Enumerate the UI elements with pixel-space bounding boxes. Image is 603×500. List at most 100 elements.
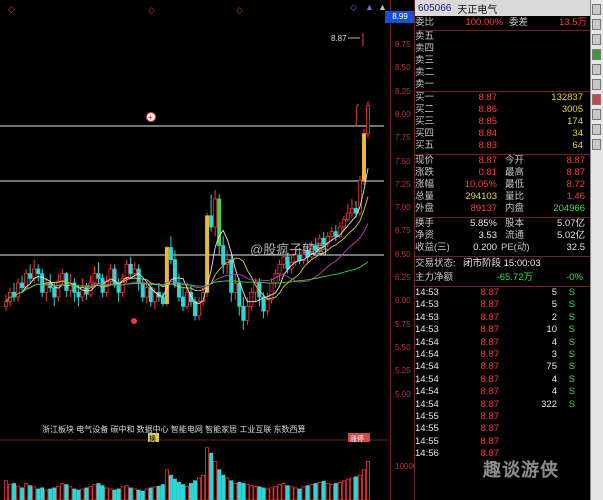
stat-value: 5.07亿 <box>557 218 585 229</box>
high-marker: 8.87 <box>331 33 364 46</box>
volume-bar <box>229 480 234 500</box>
stats-block: 现价 8.87 今开 8.87 涨跌 0.81 最高 8.87 涨幅 10.05% 最低 8.72… <box>415 154 590 215</box>
candle <box>140 278 145 302</box>
stat-value: 8.87 <box>566 155 586 166</box>
volume-bar <box>156 485 161 500</box>
volume-bar <box>184 485 189 500</box>
buy-price: 8.83 <box>478 140 498 151</box>
stat-label: 换手 <box>415 218 435 229</box>
tick-time: 14:54 <box>415 361 439 373</box>
side-button[interactable] <box>592 79 601 90</box>
volume-bar <box>128 487 133 500</box>
volume-bar <box>365 461 370 500</box>
stat-label: 今开 <box>505 155 525 166</box>
indicator-diamond-icon[interactable]: ◇ <box>350 2 357 12</box>
side-button[interactable] <box>592 34 601 45</box>
volume-bar <box>233 483 238 500</box>
volume-bar <box>112 489 117 500</box>
indicator-diamond-icon[interactable]: ◇ <box>236 5 243 15</box>
stat-value: 32.5 <box>566 242 586 253</box>
tick-direction: S <box>568 287 575 298</box>
volume-bar <box>172 478 177 500</box>
sell-label: 卖四 <box>415 43 435 54</box>
tag-left-label: 换 <box>149 434 156 443</box>
tick-volume: 4 <box>551 386 557 398</box>
side-button[interactable] <box>592 49 601 60</box>
price-axis-tick: 6.00 <box>395 296 411 306</box>
stat-label: 最高 <box>505 167 525 178</box>
tick-list[interactable]: 14:53 8.87 5 S 14:53 8.87 5 S 14:53 8.87 2 S 14:53 8.… <box>415 286 590 460</box>
volume-bar <box>16 485 21 500</box>
tick-direction: S <box>568 373 575 385</box>
volume-bar <box>217 469 222 500</box>
tick-time: 14:54 <box>415 373 439 385</box>
tick-direction <box>557 436 575 448</box>
volume-bar <box>88 485 93 500</box>
signal-plus-glyph: + <box>148 113 153 122</box>
candle <box>4 294 9 311</box>
side-button[interactable] <box>592 139 601 150</box>
scroll-up-icon[interactable]: ▲ <box>365 2 374 12</box>
tick-direction: S <box>568 299 575 311</box>
trade-status-row: 交易状态: 闭市阶段 15:00:03 <box>415 257 590 271</box>
tick-time: 14:55 <box>415 423 439 435</box>
volume-bar <box>36 488 41 500</box>
watermark-text: @股疯子龍哥 <box>250 242 328 257</box>
side-button[interactable] <box>592 124 601 135</box>
tick-time: 14:53 <box>415 299 439 311</box>
stat-label: 净资 <box>415 230 435 241</box>
volume-bar <box>317 481 322 500</box>
candle <box>209 194 214 232</box>
stats-row: 外盘 89137 内盘 204966 <box>415 203 590 215</box>
stat-label: 收益(三) <box>415 242 450 253</box>
trade-status-label: 交易状态: <box>415 258 456 269</box>
tick-row: 14:53 8.87 5 S <box>415 287 590 299</box>
price-axis-tick: 8.50 <box>395 63 411 73</box>
buy-price: 8.84 <box>478 128 498 139</box>
volume-bar <box>116 488 121 500</box>
sell-row: 卖三 <box>415 55 590 67</box>
side-button[interactable] <box>592 4 601 15</box>
volume-bar <box>273 485 278 500</box>
side-button[interactable] <box>592 109 601 120</box>
stat-value: 294103 <box>465 191 497 202</box>
indicator-diamond-icon[interactable]: ◇ <box>148 5 155 15</box>
candle <box>168 236 173 265</box>
candle <box>277 259 282 282</box>
buy-row: 买四 8.84 34 <box>415 128 590 140</box>
volume-bar <box>325 483 330 500</box>
stat-value: 5.02亿 <box>557 230 585 241</box>
stats-row: 总量 294103 量比 1.46 <box>415 191 590 203</box>
volume-bar <box>193 480 198 500</box>
stock-header[interactable]: 605066 天正电气 <box>415 0 590 16</box>
side-button[interactable] <box>592 94 601 105</box>
side-button[interactable] <box>592 64 601 75</box>
volume-bar <box>92 484 97 500</box>
candle <box>241 297 246 330</box>
indicator-diamond-icon[interactable]: ◇ <box>8 4 15 14</box>
kline-chart[interactable]: ◇ ◇ ◇ ◇ ▲ ▲ 8.87 + 浙江板块 电气设备 碳中和 数据中心 智能… <box>0 0 390 500</box>
stats-row: 现价 8.87 今开 8.87 <box>415 155 590 167</box>
tick-direction: S <box>568 311 575 323</box>
main-net-label: 主力净额 <box>415 272 454 283</box>
weibi-label: 委比 <box>415 17 435 28</box>
candle <box>361 129 366 185</box>
tick-price: 8.87 <box>480 373 500 385</box>
buy-price: 8.85 <box>478 116 498 127</box>
stat-value: 8.72 <box>566 179 586 190</box>
volume-bar <box>44 489 49 500</box>
candle <box>249 287 254 311</box>
current-price-box: 8.99 <box>385 11 415 23</box>
volume-bar <box>285 485 290 500</box>
volume-bar <box>341 480 346 500</box>
stats2-row: 净资 3.53 流通 5.02亿 <box>415 230 590 242</box>
price-axis-tick: 5.50 <box>395 342 411 352</box>
candle <box>20 275 25 293</box>
candle <box>221 236 226 274</box>
volume-bar <box>12 483 17 500</box>
stat-value: 10.05% <box>464 179 497 190</box>
side-button[interactable] <box>592 19 601 30</box>
main-net-value: -65.72万 <box>496 272 533 283</box>
candle <box>16 278 21 302</box>
price-axis-tick: 8.25 <box>395 86 411 96</box>
